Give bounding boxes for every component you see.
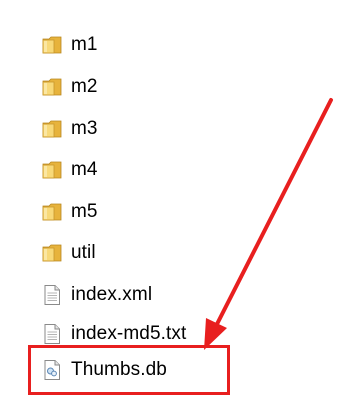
document-icon bbox=[44, 324, 60, 344]
folder-icon bbox=[42, 203, 62, 221]
document-icon bbox=[44, 285, 60, 305]
file-name: m5 bbox=[71, 201, 98, 222]
file-item-m1[interactable]: m1 bbox=[41, 30, 98, 60]
file-name: index-md5.txt bbox=[71, 323, 187, 344]
file-item-m3[interactable]: m3 bbox=[41, 114, 98, 144]
file-name: m4 bbox=[71, 159, 98, 180]
file-item-m2[interactable]: m2 bbox=[41, 72, 98, 102]
folder-icon bbox=[42, 78, 62, 96]
file-name: index.xml bbox=[71, 284, 153, 305]
file-name: m1 bbox=[71, 34, 98, 55]
file-item-util[interactable]: util bbox=[41, 238, 96, 268]
explorer-canvas: m1 m2 m3 m4 m5 util index.xml index-md5.… bbox=[0, 0, 355, 419]
folder-icon bbox=[42, 36, 62, 54]
file-item-m4[interactable]: m4 bbox=[41, 155, 98, 185]
folder-icon bbox=[42, 161, 62, 179]
annotation-highlight-box bbox=[28, 345, 230, 395]
file-name: m2 bbox=[71, 76, 98, 97]
file-item-m5[interactable]: m5 bbox=[41, 197, 98, 227]
folder-icon bbox=[42, 244, 62, 262]
folder-icon bbox=[42, 120, 62, 138]
file-item-index-xml[interactable]: index.xml bbox=[41, 280, 152, 310]
file-name: util bbox=[71, 242, 96, 263]
file-name: m3 bbox=[71, 118, 98, 139]
